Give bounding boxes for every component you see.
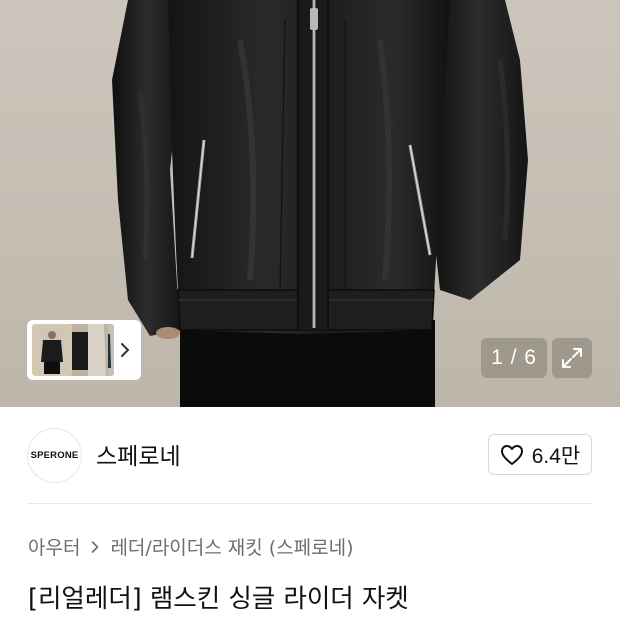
thumbnail-2[interactable] (68, 324, 108, 376)
brand-name[interactable]: 스페로네 (96, 437, 181, 471)
expand-arrows-icon (562, 348, 582, 368)
brand-logo[interactable]: SPERONE (27, 428, 82, 483)
brand-logo-text: SPERONE (30, 450, 79, 461)
product-image-gallery[interactable]: 1 / 6 (0, 0, 620, 407)
breadcrumb-item-subcategory[interactable]: 레더/라이더스 재킷 (스페로네) (110, 533, 353, 560)
heart-outline-icon (500, 444, 523, 465)
image-counter: 1 / 6 (481, 338, 547, 378)
thumbnail-list (30, 324, 114, 376)
chevron-right-icon (92, 540, 99, 553)
section-divider (27, 503, 593, 504)
like-button[interactable]: 6.4만 (488, 434, 592, 475)
like-count: 6.4만 (531, 444, 581, 468)
product-title: [리얼레더] 램스킨 싱글 라이더 자켓 (28, 584, 409, 614)
thumbnail-strip[interactable] (27, 320, 141, 380)
breadcrumb-item-category[interactable]: 아우터 (28, 533, 80, 560)
thumbnail-2-image (68, 324, 108, 376)
expand-image-button[interactable] (552, 338, 592, 378)
thumbnail-next-button[interactable] (114, 324, 136, 376)
thumbnail-1[interactable] (32, 324, 72, 376)
brand-row: SPERONE 스페로네 6.4만 (0, 407, 620, 504)
chevron-right-icon (121, 343, 129, 357)
breadcrumb: 아우터 레더/라이더스 재킷 (스페로네) (28, 533, 354, 560)
thumbnail-1-image (34, 326, 70, 374)
breadcrumb-separator (90, 540, 100, 554)
